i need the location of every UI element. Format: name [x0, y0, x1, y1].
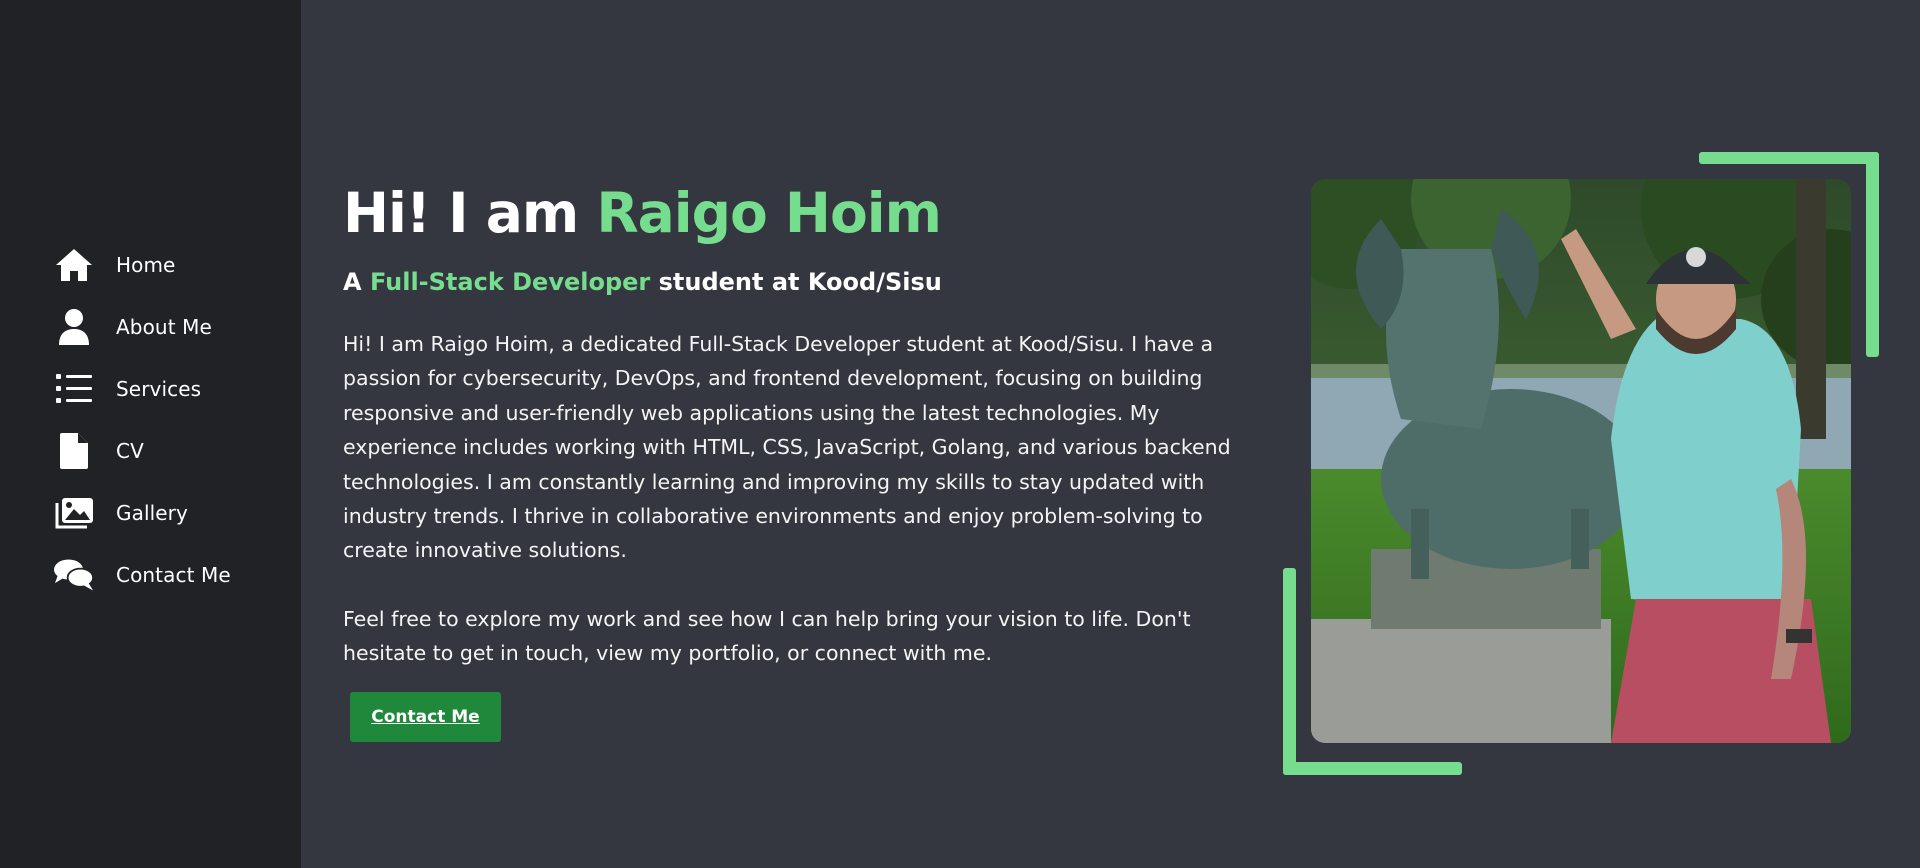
sidebar-item-label: Home	[116, 253, 176, 277]
contact-me-button[interactable]: Contact Me	[350, 692, 501, 742]
subtitle-suffix: student at Kood/Sisu	[650, 268, 942, 296]
sidebar-item-label: CV	[116, 439, 144, 463]
sidebar-item-label: Contact Me	[116, 563, 231, 587]
bio-text: Hi! I am Raigo Hoim, a dedicated Full-St…	[343, 327, 1243, 671]
frame-accent-top	[1699, 152, 1879, 164]
sidebar-item-label: Services	[116, 377, 202, 401]
sidebar-item-services[interactable]: Services	[54, 369, 231, 409]
user-icon	[54, 307, 94, 347]
chat-icon	[54, 555, 94, 595]
sidebar-item-home[interactable]: Home	[54, 245, 231, 285]
sidebar-item-gallery[interactable]: Gallery	[54, 493, 231, 533]
page-subtitle: A Full-Stack Developer student at Kood/S…	[343, 264, 942, 300]
sidebar: Home About Me Services CV Gallery Contac…	[0, 0, 301, 868]
profile-photo	[1311, 179, 1851, 743]
subtitle-role: Full-Stack Developer	[369, 268, 651, 296]
bio-paragraph: Hi! I am Raigo Hoim, a dedicated Full-St…	[343, 332, 1231, 563]
sidebar-item-label: Gallery	[116, 501, 188, 525]
sidebar-item-cv[interactable]: CV	[54, 431, 231, 471]
home-icon	[54, 245, 94, 285]
title-name: Raigo Hoim	[596, 181, 942, 245]
images-icon	[54, 493, 94, 533]
list-icon	[54, 369, 94, 409]
sidebar-item-about-me[interactable]: About Me	[54, 307, 231, 347]
file-icon	[54, 431, 94, 471]
frame-accent-bottom	[1283, 762, 1462, 775]
bio-paragraph: Feel free to explore my work and see how…	[343, 606, 1191, 666]
subtitle-prefix: A	[343, 268, 370, 296]
frame-accent-right	[1866, 152, 1879, 357]
title-prefix: Hi! I am	[343, 181, 597, 245]
page-title: Hi! I am Raigo Hoim	[343, 176, 942, 250]
sidebar-nav: Home About Me Services CV Gallery Contac…	[54, 245, 231, 617]
frame-accent-left	[1283, 568, 1296, 775]
sidebar-item-label: About Me	[116, 315, 212, 339]
sidebar-item-contact-me[interactable]: Contact Me	[54, 555, 231, 595]
